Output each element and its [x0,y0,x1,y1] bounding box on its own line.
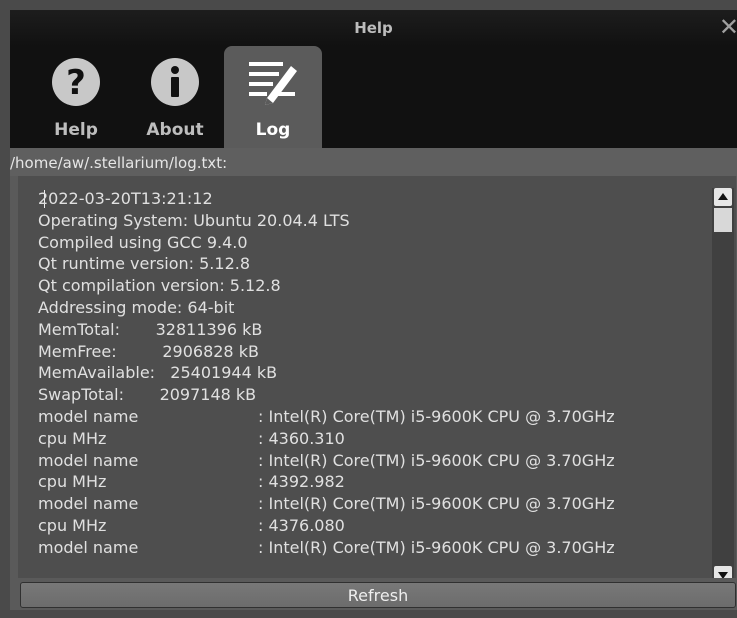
log-line: MemFree: 2906828 kB [38,341,259,361]
info-icon [151,58,199,106]
tab-help-label: Help [54,120,98,140]
log-line: Operating System: Ubuntu 20.04.4 LTS [38,210,350,230]
tab-about-label: About [146,120,204,140]
log-line: Qt runtime version: 5.12.8 [38,254,251,274]
tab-strip: ? Help About Log [10,46,737,148]
scroll-down-arrow-icon[interactable] [714,566,732,578]
svg-text:?: ? [66,63,86,103]
log-line: 2022-03-20T13:21:12 [38,189,213,208]
tab-log[interactable]: Log [224,46,322,148]
window-title: Help [354,19,393,37]
tab-log-label: Log [255,120,291,140]
log-line: MemTotal: 32811396 kB [38,319,263,339]
log-line: cpu MHz: 4376.080 [38,515,345,535]
log-lines: 2022-03-20T13:21:12 Operating System: Ubu… [38,188,718,559]
log-line: Addressing mode: 64-bit [38,297,235,317]
log-text-area[interactable]: 2022-03-20T13:21:12 Operating System: Ubu… [18,176,736,578]
log-line: Compiled using GCC 9.4.0 [38,232,248,252]
tab-about[interactable]: About [132,46,218,148]
scrollbar-thumb[interactable] [714,208,732,232]
log-line: cpu MHz: 4360.310 [38,428,345,448]
log-line: cpu MHz: 4392.982 [38,472,345,492]
log-line: MemAvailable: 25401944 kB [38,363,278,383]
log-file-path-text: /home/aw/.stellarium/log.txt: [10,154,228,172]
help-window: Help ✕ ? Help About Log /home/aw/.stella… [10,10,737,610]
refresh-button[interactable]: Refresh [20,582,736,608]
log-line: SwapTotal: 2097148 kB [38,385,257,405]
close-icon[interactable]: ✕ [719,13,737,41]
log-line: model name: Intel(R) Core(TM) i5-9600K C… [38,406,615,426]
log-line: model name: Intel(R) Core(TM) i5-9600K C… [38,450,615,470]
vertical-scrollbar[interactable] [712,188,734,578]
scroll-up-arrow-icon[interactable] [714,188,732,206]
log-line: model name: Intel(R) Core(TM) i5-9600K C… [38,537,615,557]
log-line: Qt compilation version: 5.12.8 [38,276,281,296]
title-bar[interactable]: Help ✕ [10,10,737,46]
log-pencil-icon [249,62,297,105]
tab-help[interactable]: ? Help [38,46,114,148]
log-file-path: /home/aw/.stellarium/log.txt: [10,148,737,176]
log-line: model name: Intel(R) Core(TM) i5-9600K C… [38,494,615,514]
question-icon: ? [52,58,100,106]
